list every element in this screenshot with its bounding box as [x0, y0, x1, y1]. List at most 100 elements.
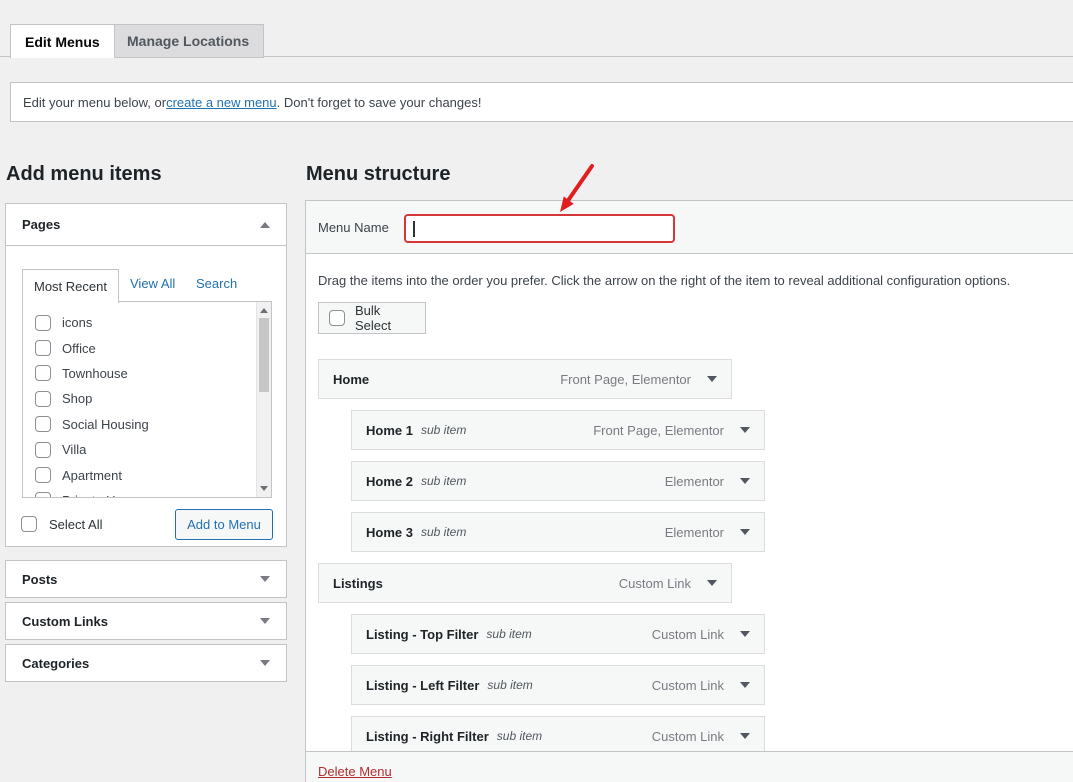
chevron-down-icon[interactable] — [740, 478, 750, 484]
custom-links-section-header[interactable]: Custom Links — [5, 602, 287, 640]
pages-panel-header[interactable]: Pages — [6, 204, 286, 246]
expand-arrow-icon[interactable] — [260, 618, 270, 624]
menu-item-type-label: Front Page, Elementor — [560, 372, 691, 387]
tab-most-recent-label: Most Recent — [34, 279, 107, 294]
expand-arrow-icon[interactable] — [260, 660, 270, 666]
menu-item-subitem-label: sub item — [421, 525, 466, 539]
checkbox[interactable] — [35, 365, 51, 381]
menu-item[interactable]: Home 1 sub item Front Page, Elementor — [351, 410, 765, 450]
pages-panel: Pages Most Recent View All Search icons … — [5, 203, 287, 547]
delete-menu-link[interactable]: Delete Menu — [318, 764, 392, 779]
page-checklist-row[interactable]: Villa — [35, 437, 271, 462]
menu-structure-heading: Menu structure — [306, 163, 450, 186]
page-checklist-row[interactable]: Office — [35, 335, 271, 360]
menu-name-label: Menu Name — [318, 220, 389, 235]
page-item-label: Private Home — [62, 493, 141, 498]
edit-menu-notice: Edit your menu below, or create a new me… — [10, 82, 1073, 122]
bulk-select-label: Bulk Select — [355, 303, 415, 333]
page-checklist-row[interactable]: icons — [35, 310, 271, 335]
checkbox[interactable] — [35, 467, 51, 483]
tab-manage-locations[interactable]: Manage Locations — [112, 24, 264, 58]
menu-structure-panel: Menu Name Drag the items into the order … — [305, 200, 1073, 782]
select-all-label: Select All — [49, 517, 102, 532]
tab-edit-menus-label: Edit Menus — [25, 34, 100, 50]
chevron-down-icon[interactable] — [740, 427, 750, 433]
collapse-arrow-icon[interactable] — [260, 222, 270, 228]
notice-text-after: . Don't forget to save your changes! — [277, 95, 482, 110]
menu-item[interactable]: Listing - Top Filter sub item Custom Lin… — [351, 614, 765, 654]
add-menu-items-heading: Add menu items — [6, 163, 162, 186]
drag-items-description: Drag the items into the order you prefer… — [318, 273, 1018, 288]
menu-item-type-label: Custom Link — [652, 678, 724, 693]
menu-item-title: Listing - Right Filter — [366, 729, 489, 744]
page-checklist-row[interactable]: Social Housing — [35, 412, 271, 437]
menu-item[interactable]: Home sub item Front Page, Elementor — [318, 359, 732, 399]
menu-item-title: Listing - Left Filter — [366, 678, 479, 693]
scrollbar[interactable] — [256, 302, 271, 497]
scroll-down-button[interactable] — [257, 481, 271, 496]
menu-items-list: Home sub item Front Page, Elementor Home… — [318, 359, 788, 767]
menu-item-type-label: Elementor — [665, 525, 724, 540]
chevron-down-icon[interactable] — [740, 682, 750, 688]
nav-tab-wrapper: Edit Menus Manage Locations — [0, 24, 1073, 57]
tab-manage-locations-label: Manage Locations — [127, 33, 249, 49]
page-item-label: Villa — [62, 442, 86, 457]
chevron-down-icon[interactable] — [707, 376, 717, 382]
scroll-up-icon — [260, 308, 268, 313]
page-item-label: Office — [62, 341, 96, 356]
menu-name-header: Menu Name — [306, 201, 1073, 254]
menu-item-title: Home 2 — [366, 474, 413, 489]
posts-section-header[interactable]: Posts — [5, 560, 287, 598]
tab-view-all[interactable]: View All — [130, 276, 175, 291]
menu-item-title: Listing - Top Filter — [366, 627, 478, 642]
tab-search[interactable]: Search — [196, 276, 237, 291]
checkbox[interactable] — [35, 416, 51, 432]
page-item-label: Social Housing — [62, 417, 149, 432]
categories-section-header[interactable]: Categories — [5, 644, 287, 682]
custom-links-section-label: Custom Links — [22, 614, 108, 629]
menu-item-subitem-label: sub item — [487, 678, 532, 692]
menu-item-subitem-label: sub item — [421, 474, 466, 488]
menu-item-type-label: Custom Link — [652, 627, 724, 642]
checkbox[interactable] — [35, 340, 51, 356]
page-item-label: Apartment — [62, 468, 122, 483]
menu-item-subitem-label: sub item — [497, 729, 542, 743]
checkbox[interactable] — [35, 492, 51, 498]
menu-item[interactable]: Listing - Right Filter sub item Custom L… — [351, 716, 765, 756]
bulk-select-checkbox[interactable] — [329, 310, 345, 326]
chevron-down-icon[interactable] — [740, 529, 750, 535]
page-item-label: Townhouse — [62, 366, 128, 381]
chevron-down-icon[interactable] — [740, 733, 750, 739]
chevron-down-icon[interactable] — [740, 631, 750, 637]
menu-item[interactable]: Home 2 sub item Elementor — [351, 461, 765, 501]
bulk-select-control[interactable]: Bulk Select — [318, 302, 426, 334]
menu-item[interactable]: Listing - Left Filter sub item Custom Li… — [351, 665, 765, 705]
menu-name-input[interactable] — [404, 214, 675, 243]
scrollbar-thumb[interactable] — [259, 318, 269, 392]
menu-item-type-label: Elementor — [665, 474, 724, 489]
expand-arrow-icon[interactable] — [260, 576, 270, 582]
checkbox[interactable] — [35, 315, 51, 331]
chevron-down-icon[interactable] — [707, 580, 717, 586]
accordion-sections: Posts Custom Links Categories — [5, 560, 287, 686]
menu-item-title: Home — [333, 372, 369, 387]
page-checklist-row[interactable]: Private Home — [35, 488, 271, 498]
tab-edit-menus[interactable]: Edit Menus — [10, 24, 115, 58]
page-checklist-row[interactable]: Shop — [35, 386, 271, 411]
scroll-up-button[interactable] — [257, 303, 271, 318]
add-to-menu-button[interactable]: Add to Menu — [175, 509, 273, 540]
posts-section-label: Posts — [22, 572, 57, 587]
select-all-control[interactable]: Select All — [21, 516, 102, 532]
menu-item[interactable]: Listings sub item Custom Link — [318, 563, 732, 603]
notice-text-before: Edit your menu below, or — [23, 95, 166, 110]
tab-most-recent[interactable]: Most Recent — [22, 269, 119, 303]
select-all-checkbox[interactable] — [21, 516, 37, 532]
create-new-menu-link[interactable]: create a new menu — [166, 95, 277, 110]
checkbox[interactable] — [35, 442, 51, 458]
scroll-down-icon — [260, 486, 268, 491]
page-item-label: icons — [62, 315, 92, 330]
page-checklist-row[interactable]: Townhouse — [35, 361, 271, 386]
page-checklist-row[interactable]: Apartment — [35, 462, 271, 487]
checkbox[interactable] — [35, 391, 51, 407]
menu-item[interactable]: Home 3 sub item Elementor — [351, 512, 765, 552]
